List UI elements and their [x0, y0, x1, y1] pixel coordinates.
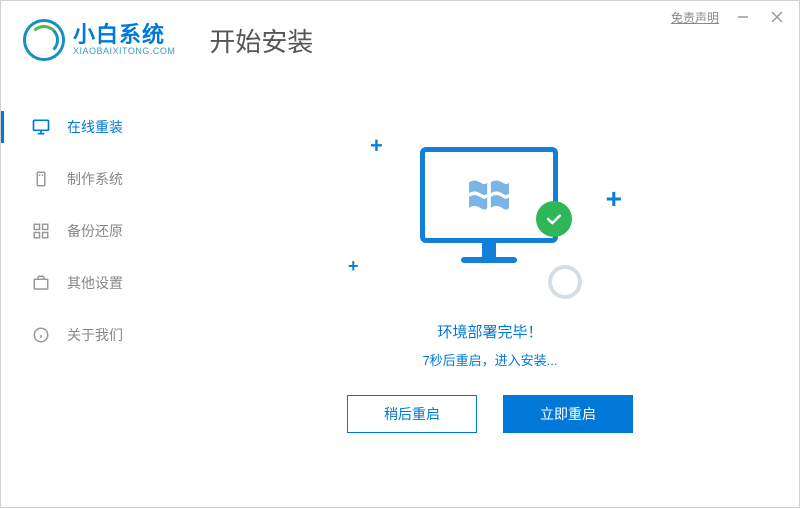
status-subtitle: 7秒后重启，进入安装... [422, 350, 557, 369]
sidebar-item-create-system[interactable]: 制作系统 [1, 153, 181, 205]
page-title: 开始安装 [209, 22, 313, 59]
decoration-plus-icon: + [606, 183, 622, 215]
minimize-button[interactable] [733, 7, 753, 27]
main-content: + + + 环境部署完毕！ 7秒后重启，进入安装... 稍后重启 立即重启 [181, 77, 799, 505]
sidebar-item-other-settings[interactable]: 其他设置 [1, 257, 181, 309]
sidebar: 在线重装 制作系统 备份还原 其他设置 关于我们 [1, 77, 181, 505]
briefcase-icon [31, 273, 51, 293]
logo-title: 小白系统 [73, 23, 175, 47]
restart-later-button[interactable]: 稍后重启 [347, 395, 477, 433]
sidebar-item-label: 其他设置 [67, 273, 123, 293]
status-title: 环境部署完毕！ [437, 321, 542, 342]
grid-icon [31, 221, 51, 241]
sidebar-item-label: 备份还原 [67, 221, 123, 241]
sidebar-item-backup-restore[interactable]: 备份还原 [1, 205, 181, 257]
checkmark-success-icon [536, 201, 572, 237]
logo-subtitle: XIAOBAIXITONG.COM [73, 47, 175, 57]
illustration: + + + [340, 129, 640, 309]
sidebar-item-online-reinstall[interactable]: 在线重装 [1, 101, 181, 153]
sidebar-item-label: 关于我们 [67, 325, 123, 345]
sidebar-item-label: 在线重装 [67, 117, 123, 137]
info-icon [31, 325, 51, 345]
sidebar-item-label: 制作系统 [67, 169, 123, 189]
logo-icon [23, 19, 65, 61]
windows-flag-icon [467, 175, 511, 215]
disclaimer-link[interactable]: 免责声明 [671, 9, 719, 26]
decoration-plus-icon: + [348, 256, 359, 277]
decoration-plus-icon: + [370, 133, 383, 159]
usb-icon [31, 169, 51, 189]
monitor-icon [420, 147, 558, 263]
close-button[interactable] [767, 7, 787, 27]
app-logo: 小白系统 XIAOBAIXITONG.COM [23, 19, 175, 61]
restart-now-button[interactable]: 立即重启 [503, 395, 633, 433]
decoration-ring-icon [548, 265, 582, 299]
monitor-refresh-icon [31, 117, 51, 137]
sidebar-item-about[interactable]: 关于我们 [1, 309, 181, 361]
